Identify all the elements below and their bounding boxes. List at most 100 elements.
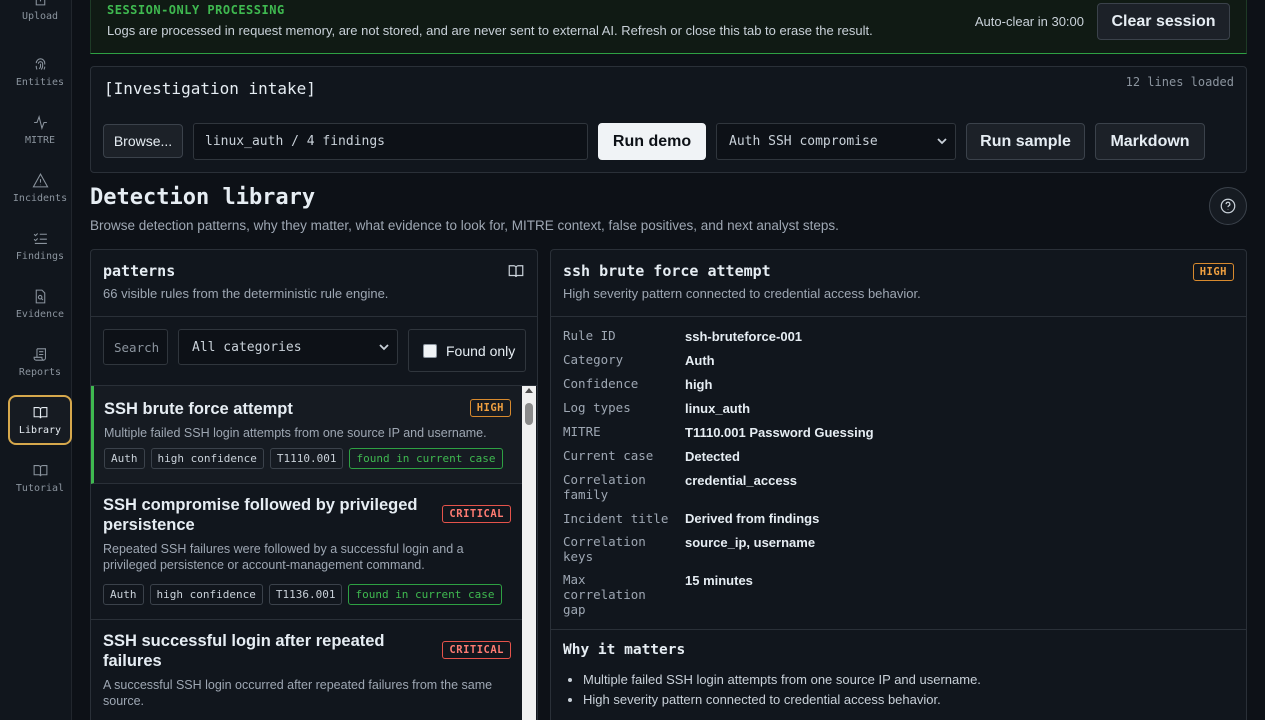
autoclear-timer: Auto-clear in 30:00 xyxy=(974,14,1084,29)
sidebar-item-findings[interactable]: Findings xyxy=(8,222,72,270)
field-value: linux_auth xyxy=(685,401,751,416)
sidebar-item-label: Findings xyxy=(15,251,65,262)
scroll-thumb[interactable] xyxy=(525,403,533,425)
book-open-icon xyxy=(33,407,47,419)
field-value: credential_access xyxy=(685,473,798,488)
field-value: T1110.001 Password Guessing xyxy=(685,425,874,440)
rule-list-item[interactable]: SSH brute force attempt HIGH Multiple fa… xyxy=(91,386,523,484)
field-label: Max correlation gap xyxy=(563,572,646,617)
page-title: Detection library xyxy=(90,185,316,210)
divider xyxy=(551,316,1246,317)
sidebar-item-reports[interactable]: Reports xyxy=(8,338,72,386)
book-icon xyxy=(33,465,47,477)
found-only-checkbox[interactable] xyxy=(423,343,437,358)
sidebar-item-tutorial[interactable]: Tutorial xyxy=(8,454,72,502)
list-item: High severity pattern connected to crede… xyxy=(583,690,981,710)
activity-icon xyxy=(33,115,47,130)
sidebar-item-label: Upload xyxy=(21,11,59,22)
intake-title: [Investigation intake] xyxy=(104,79,316,98)
rule-description: Multiple failed SSH login attempts from … xyxy=(104,426,487,440)
category-select-value: All categories xyxy=(192,339,302,355)
severity-badge: HIGH xyxy=(1192,263,1234,281)
mitre-tag: T1136.001 xyxy=(268,584,343,605)
field-value: Auth xyxy=(685,353,715,368)
list-item: Multiple failed SSH login attempts from … xyxy=(583,670,981,690)
field-value: source_ip, username xyxy=(685,535,816,550)
sample-select[interactable]: Auth SSH compromise xyxy=(716,123,956,160)
sidebar-item-label: Reports xyxy=(18,367,62,378)
rule-detail-panel: ssh brute force attempt HIGH High severi… xyxy=(550,249,1247,720)
field-label: Confidence xyxy=(563,376,639,391)
field-label: Rule ID xyxy=(563,328,616,343)
severity-badge: HIGH xyxy=(469,399,511,417)
sidebar-item-library[interactable]: Library xyxy=(8,395,72,445)
severity-badge: CRITICAL xyxy=(442,505,511,523)
confidence-tag: high confidence xyxy=(150,448,264,469)
list-checks-icon xyxy=(33,233,47,244)
markdown-button[interactable]: Markdown xyxy=(1095,123,1205,160)
search-input[interactable] xyxy=(103,329,168,365)
run-demo-button[interactable]: Run demo xyxy=(598,123,706,160)
field-value: high xyxy=(685,377,713,392)
mitre-tag: T1110.001 xyxy=(269,448,344,469)
patterns-panel: patterns 66 visible rules from the deter… xyxy=(90,249,538,720)
field-label: Incident title xyxy=(563,511,669,526)
why-it-matters-title: Why it matters xyxy=(563,642,686,658)
banner-title: SESSION-ONLY PROCESSING xyxy=(107,3,285,17)
sidebar-item-label: Tutorial xyxy=(15,483,65,494)
banner-text: Logs are processed in request memory, ar… xyxy=(107,23,873,38)
sidebar-item-mitre[interactable]: MITRE xyxy=(8,106,72,154)
sidebar-item-label: Evidence xyxy=(15,309,65,320)
patterns-subtitle: 66 visible rules from the deterministic … xyxy=(103,286,389,301)
category-tag: Auth xyxy=(104,448,145,469)
scroll-icon xyxy=(33,348,46,361)
rule-name: SSH brute force attempt xyxy=(104,400,293,418)
help-button[interactable] xyxy=(1209,187,1247,225)
sidebar-item-entities[interactable]: Entities xyxy=(8,48,72,96)
lines-loaded-count: 12 lines loaded xyxy=(1125,75,1234,89)
field-label: MITRE xyxy=(563,424,601,439)
browse-button[interactable]: Browse... xyxy=(103,124,183,158)
session-banner: SESSION-ONLY PROCESSING Logs are process… xyxy=(90,0,1247,54)
chevron-down-icon xyxy=(379,344,389,351)
category-tag: Auth xyxy=(103,584,144,605)
help-circle-icon xyxy=(1220,198,1236,214)
rule-tags: Auth high confidence T1110.001 found in … xyxy=(104,448,503,469)
field-label: Correlation family xyxy=(563,472,646,502)
field-label: Log types xyxy=(563,400,631,415)
rule-name: SSH successful login after repeated fail… xyxy=(103,632,385,670)
severity-badge: CRITICAL xyxy=(442,641,511,659)
detail-subtitle: High severity pattern connected to crede… xyxy=(563,286,921,301)
sidebar-item-evidence[interactable]: Evidence xyxy=(8,280,72,328)
divider xyxy=(551,629,1246,630)
found-tag: found in current case xyxy=(349,448,503,469)
divider xyxy=(91,316,537,317)
fingerprint-icon xyxy=(35,58,45,70)
field-value: ssh-bruteforce-001 xyxy=(685,329,803,344)
sidebar-item-upload[interactable]: Upload xyxy=(8,0,72,30)
category-select[interactable]: All categories xyxy=(178,329,398,365)
sidebar-item-incidents[interactable]: Incidents xyxy=(8,164,72,212)
clear-session-button[interactable]: Clear session xyxy=(1097,3,1230,40)
rule-list-item[interactable]: SSH successful login after repeated fail… xyxy=(91,620,523,720)
why-it-matters-list: Multiple failed SSH login attempts from … xyxy=(583,670,981,710)
field-label: Correlation keys xyxy=(563,534,646,564)
rule-description: Repeated SSH failures were followed by a… xyxy=(103,542,464,572)
run-sample-button[interactable]: Run sample xyxy=(966,123,1085,160)
sample-select-value: Auth SSH compromise xyxy=(729,134,878,149)
sidebar-item-label: Library xyxy=(18,425,62,436)
page-subtitle: Browse detection patterns, why they matt… xyxy=(90,218,839,233)
sidebar: Upload Entities MITRE Incidents Findings… xyxy=(0,0,72,720)
found-only-toggle[interactable]: Found only xyxy=(408,329,526,372)
found-tag: found in current case xyxy=(348,584,502,605)
found-only-label: Found only xyxy=(446,342,516,359)
log-path-input[interactable] xyxy=(193,123,588,160)
field-label: Current case xyxy=(563,448,654,463)
rule-list-item[interactable]: SSH compromise followed by privileged pe… xyxy=(91,484,523,620)
rule-name: SSH compromise followed by privileged pe… xyxy=(103,496,418,534)
patterns-scrollbar[interactable] xyxy=(522,386,536,720)
chevron-down-icon xyxy=(937,138,947,145)
investigation-intake-panel: [Investigation intake] 12 lines loaded B… xyxy=(90,66,1247,173)
patterns-title: patterns xyxy=(103,262,176,280)
scroll-up-arrow[interactable] xyxy=(525,388,533,393)
